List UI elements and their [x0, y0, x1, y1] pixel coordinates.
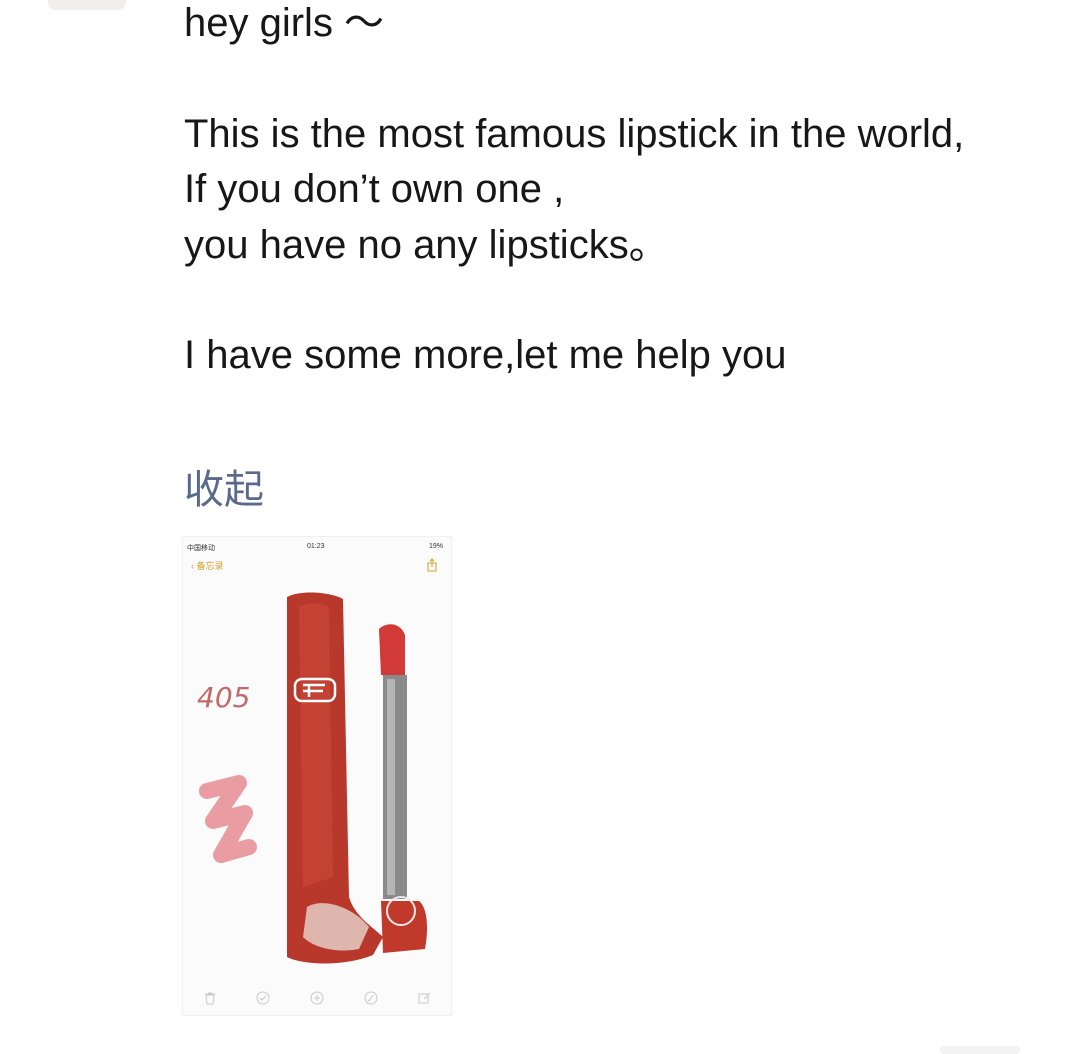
notes-back-label: 备忘录: [196, 561, 224, 571]
post-body: hey girls ～ This is the most famous lips…: [184, 0, 1054, 384]
shade-number: 405: [197, 681, 250, 714]
zigzag-swatch: [199, 775, 257, 863]
notes-back-button: ‹ 备忘录: [191, 559, 224, 572]
chevron-left-icon: ‹: [191, 561, 194, 571]
clock-label: 01:23: [307, 543, 325, 550]
lipstick-drawing: 405: [197, 592, 427, 964]
lipstick-highlight: [299, 603, 333, 887]
post-line: you have no any lipsticks。: [184, 222, 669, 267]
post-greeting: hey girls ～: [184, 1, 385, 45]
phone-status-bar: 中国移动 01:23 19%: [183, 541, 451, 555]
slim-lipstick-sheen: [387, 679, 395, 895]
trash-icon: [204, 992, 215, 1005]
slim-lipstick-tip: [379, 624, 405, 675]
plus-circle-icon: [310, 991, 324, 1005]
compose-icon: [418, 992, 431, 1004]
battery-label: 19%: [428, 543, 443, 550]
lipstick-smudge: [303, 903, 369, 951]
home-indicator: [940, 1046, 1020, 1054]
post-image[interactable]: 中国移动 01:23 19% ‹ 备忘录 405: [183, 537, 451, 1015]
avatar[interactable]: [48, 0, 126, 10]
post-line: If you don’t own one ,: [184, 167, 565, 211]
post-line: I have some more,let me help you: [184, 333, 787, 377]
notes-toolbar: [183, 987, 451, 1009]
collapse-link[interactable]: 收起: [184, 463, 264, 518]
carrier-label: 中国移动: [187, 545, 215, 552]
post-line: This is the most famous lipstick in the …: [184, 111, 965, 156]
check-circle-icon: [256, 991, 270, 1005]
share-icon: [427, 558, 437, 572]
pen-circle-icon: [364, 991, 378, 1005]
